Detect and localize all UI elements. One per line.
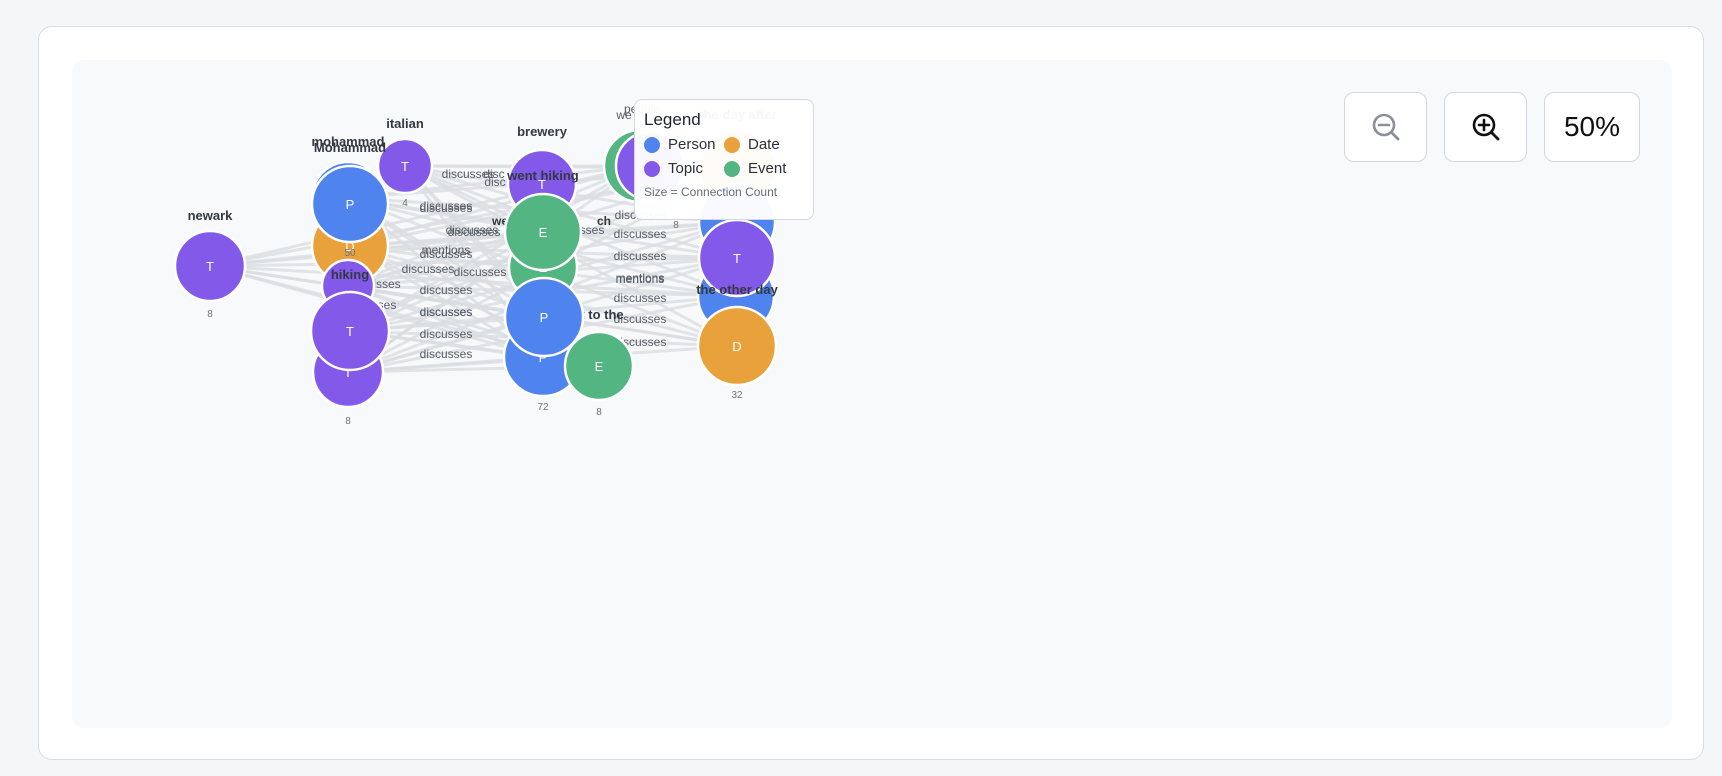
edge-label: mentions xyxy=(422,243,471,257)
edge-label: discusses xyxy=(420,327,473,341)
node-label: newark xyxy=(188,208,234,223)
node-type-letter: T xyxy=(401,159,409,174)
edge-label: we xyxy=(615,108,632,122)
legend-label: Person xyxy=(668,136,716,153)
legend-panel: Legend Person Date Topic Event Size = Co… xyxy=(634,99,814,220)
zoom-in-icon xyxy=(1472,113,1499,141)
legend-note: Size = Connection Count xyxy=(644,185,778,199)
legend-label: Topic xyxy=(668,160,704,177)
edge-label: discusses xyxy=(420,199,473,213)
date-swatch-icon xyxy=(724,136,740,153)
legend-item-topic: Topic xyxy=(644,160,724,177)
person-swatch-icon xyxy=(644,136,660,153)
node-type-letter: E xyxy=(539,225,548,240)
graph-node-newark[interactable]: Tnewark 8 xyxy=(173,208,247,320)
node-label: Mohammad xyxy=(314,140,386,155)
legend-item-person: Person xyxy=(644,136,724,153)
node-type-letter: T xyxy=(346,324,354,339)
node-label: the other day xyxy=(696,282,778,297)
node-type-letter: E xyxy=(595,359,604,374)
topic-swatch-icon xyxy=(644,160,660,177)
node-connection-count: 8 xyxy=(207,309,213,320)
node-label: brewery xyxy=(517,124,568,139)
zoom-out-icon xyxy=(1372,113,1399,141)
graph-node-mohammad-person[interactable]: P Mohammad xyxy=(310,140,390,244)
node-connection-count: 8 xyxy=(345,416,351,427)
edge-label: discusses xyxy=(420,347,473,361)
event-swatch-icon xyxy=(724,160,740,177)
legend-item-event: Event xyxy=(724,160,804,177)
node-connection-count: 8 xyxy=(673,220,679,231)
legend-title: Legend xyxy=(644,110,701,129)
edge-label: discusses xyxy=(614,249,667,263)
node-type-letter: T xyxy=(206,259,214,274)
node-type-letter: T xyxy=(733,251,741,266)
node-connection-count: 50 xyxy=(344,248,356,259)
node-label: hiking xyxy=(331,267,369,282)
graph-node-event-right[interactable]: E8 xyxy=(563,330,635,418)
edge-label: isses xyxy=(373,277,400,291)
node-type-letter: D xyxy=(732,339,741,354)
edge-label: discusses xyxy=(420,283,473,297)
zoom-level-display: 50% xyxy=(1544,92,1640,162)
node-connection-count: 8 xyxy=(596,407,602,418)
zoom-out-button[interactable] xyxy=(1344,92,1427,162)
edge-label: discusses xyxy=(454,265,507,279)
legend-label: Event xyxy=(748,160,787,177)
node-label: went hiking xyxy=(506,168,579,183)
node-connection-count: 4 xyxy=(402,198,408,209)
legend-label: Date xyxy=(748,136,780,153)
edge-label: discusses xyxy=(420,305,473,319)
edge-label: mentions xyxy=(616,272,665,286)
node-type-letter: P xyxy=(346,197,355,212)
edge-label: ch xyxy=(597,214,611,228)
legend-item-date: Date xyxy=(724,136,804,153)
edge-label: discusses xyxy=(402,262,455,276)
zoom-in-button[interactable] xyxy=(1444,92,1527,162)
edge-label: discusses xyxy=(614,291,667,305)
node-connection-count: 72 xyxy=(537,402,549,413)
node-label: italian xyxy=(386,116,424,131)
node-connection-count: 32 xyxy=(731,390,743,401)
node-type-letter: P xyxy=(540,310,549,325)
edge-label: discusses xyxy=(614,227,667,241)
edge-label: disc xyxy=(484,175,505,189)
